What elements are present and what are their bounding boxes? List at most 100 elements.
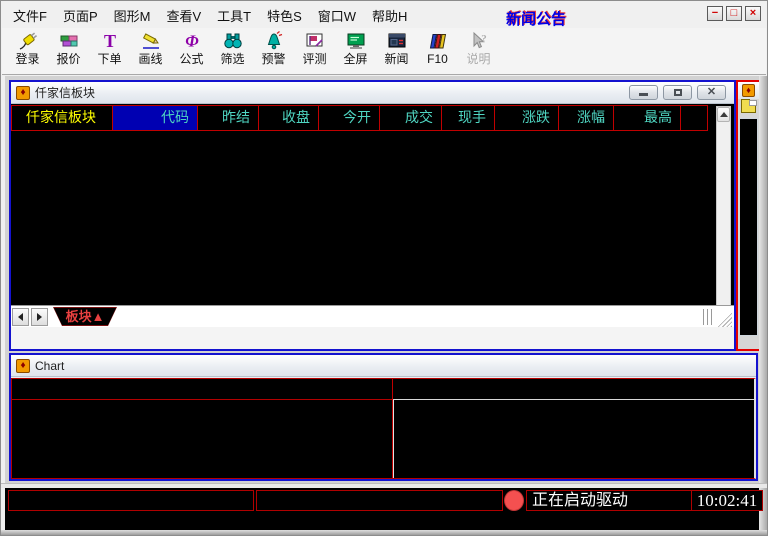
toolbar-drawline-button[interactable]: 画线 bbox=[130, 30, 171, 73]
toolbar-alert-button[interactable]: 预警 bbox=[253, 30, 294, 73]
column-header-high[interactable]: 最高 bbox=[614, 106, 681, 130]
board-window-controls: ✕ bbox=[629, 85, 726, 100]
toolbar-formula-button[interactable]: Φ 公式 bbox=[171, 30, 212, 73]
status-panel-2 bbox=[256, 490, 503, 511]
column-header-close[interactable]: 收盘 bbox=[259, 106, 319, 130]
menu-window[interactable]: 窗口W bbox=[310, 4, 364, 27]
toolbar-evaluate-label: 评测 bbox=[302, 52, 326, 66]
arrow-up-icon bbox=[720, 112, 728, 117]
column-header-code[interactable]: 代码 bbox=[113, 106, 198, 130]
table-header-row: 仟家信板块 代码 昨结 收盘 今开 成交 现手 涨跌 涨幅 最高 bbox=[11, 105, 708, 131]
draw-pencil-icon bbox=[140, 30, 162, 52]
tab-scroll-right-button[interactable] bbox=[31, 308, 48, 326]
board-window: ♦ 仟家信板块 ✕ 仟家信板块 代码 昨结 收盘 今开 成交 现手 涨跌 bbox=[9, 80, 736, 351]
toolbar-help-button: ? 说明 bbox=[458, 30, 499, 73]
status-bar: 正在启动驱动 10:02:41 bbox=[5, 488, 759, 532]
sheet-tab-board[interactable]: 板块▲ bbox=[53, 307, 117, 326]
toolbar-filter-button[interactable]: 筛选 bbox=[212, 30, 253, 73]
toolbar-news-label: 新闻 bbox=[384, 52, 408, 66]
toolbar-formula-label: 公式 bbox=[179, 52, 203, 66]
board-restore-button[interactable] bbox=[663, 85, 692, 100]
window-controls: − □ × bbox=[707, 6, 761, 21]
menu-file[interactable]: 文件F bbox=[5, 4, 55, 27]
news-window-icon bbox=[386, 30, 408, 52]
close-button[interactable]: × bbox=[745, 6, 761, 21]
toolbar-drawline-label: 画线 bbox=[138, 52, 162, 66]
login-plug-icon bbox=[17, 30, 39, 52]
minimize-button[interactable]: − bbox=[707, 6, 723, 21]
connection-status-icon bbox=[504, 490, 524, 511]
menu-tools[interactable]: 工具T bbox=[209, 4, 259, 27]
f10-books-icon bbox=[427, 30, 449, 52]
column-header-change-pct[interactable]: 涨幅 bbox=[559, 106, 614, 130]
toolbar: 登录 报价 T 下单 画线 bbox=[2, 28, 766, 75]
menu-view[interactable]: 查看V bbox=[158, 4, 209, 27]
column-header-board-name[interactable]: 仟家信板块 bbox=[12, 106, 113, 130]
side-panel-list bbox=[739, 118, 758, 336]
menu-graph[interactable]: 图形M bbox=[106, 4, 159, 27]
order-t-icon: T bbox=[99, 30, 121, 52]
chart-window-title: Chart bbox=[35, 359, 64, 373]
board-minimize-button[interactable] bbox=[629, 85, 658, 100]
toolbar-order-label: 下单 bbox=[97, 52, 121, 66]
column-header-volume[interactable]: 成交 bbox=[380, 106, 442, 130]
toolbar-f10-label: F10 bbox=[427, 52, 448, 66]
menu-help[interactable]: 帮助H bbox=[364, 4, 415, 27]
help-cursor-icon: ? bbox=[468, 30, 490, 52]
board-window-titlebar[interactable]: ♦ 仟家信板块 ✕ bbox=[11, 82, 734, 104]
chart-divider-vertical-highlight bbox=[393, 400, 394, 478]
column-header-prev-settle[interactable]: 昨结 bbox=[198, 106, 259, 130]
board-window-title: 仟家信板块 bbox=[35, 84, 95, 101]
scroll-up-button[interactable] bbox=[717, 107, 730, 122]
column-header-filler bbox=[681, 106, 707, 130]
toolbar-news-button[interactable]: 新闻 bbox=[376, 30, 417, 73]
mdi-workspace: ♦ 仟家信板块 ✕ 仟家信板块 代码 昨结 收盘 今开 成交 现手 涨跌 bbox=[5, 76, 761, 483]
menu-page[interactable]: 页面P bbox=[55, 4, 106, 27]
sheet-tab-strip: 板块▲ bbox=[11, 305, 734, 327]
maximize-button[interactable]: □ bbox=[726, 6, 742, 21]
chart-window-titlebar[interactable]: ♦ Chart bbox=[11, 355, 756, 377]
chart-divider-horizontal-left bbox=[12, 399, 393, 400]
svg-text:?: ? bbox=[481, 33, 487, 45]
toolbar-quote-button[interactable]: 报价 bbox=[48, 30, 89, 73]
application-window: 文件F 页面P 图形M 查看V 工具T 特色S 窗口W 帮助H 新闻公告 − □… bbox=[0, 0, 768, 536]
restore-glyph-icon bbox=[674, 89, 682, 96]
toolbar-alert-label: 预警 bbox=[261, 52, 285, 66]
folder-icon[interactable] bbox=[741, 102, 756, 113]
chart-window: ♦ Chart bbox=[9, 353, 758, 481]
tab-scroll-left-button[interactable] bbox=[12, 308, 29, 326]
arrow-left-icon bbox=[18, 313, 23, 321]
filter-binoculars-icon bbox=[222, 30, 244, 52]
toolbar-evaluate-button[interactable]: 评测 bbox=[294, 30, 335, 73]
close-glyph-icon: ✕ bbox=[707, 88, 716, 97]
side-panel-titlebar[interactable]: ♦ bbox=[738, 82, 759, 99]
toolbar-login-button[interactable]: 登录 bbox=[7, 30, 48, 73]
menu-special[interactable]: 特色S bbox=[259, 4, 310, 27]
app-logo-icon: ♦ bbox=[16, 86, 30, 100]
column-header-change[interactable]: 涨跌 bbox=[495, 106, 559, 130]
arrow-right-icon bbox=[37, 313, 42, 321]
alert-bell-icon bbox=[263, 30, 285, 52]
side-panel-window: ♦ bbox=[736, 80, 761, 351]
formula-phi-icon: Φ bbox=[181, 30, 203, 52]
quote-grid-icon bbox=[58, 30, 80, 52]
svg-text:T: T bbox=[103, 31, 115, 51]
sheet-tab-label: 板块▲ bbox=[54, 308, 116, 325]
toolbar-order-button[interactable]: T 下单 bbox=[89, 30, 130, 73]
toolbar-help-label: 说明 bbox=[466, 52, 490, 66]
window-frame-right bbox=[759, 76, 767, 535]
column-header-open[interactable]: 今开 bbox=[319, 106, 380, 130]
toolbar-f10-button[interactable]: F10 bbox=[417, 30, 458, 73]
toolbar-fullscreen-button[interactable]: 全屏 bbox=[335, 30, 376, 73]
status-clock: 10:02:41 bbox=[691, 490, 763, 511]
window-frame-bottom bbox=[1, 530, 767, 535]
vertical-scrollbar[interactable] bbox=[716, 106, 731, 321]
splitter-handle[interactable] bbox=[703, 309, 715, 325]
column-header-cur-lots[interactable]: 现手 bbox=[442, 106, 495, 130]
toolbar-quote-label: 报价 bbox=[56, 52, 80, 66]
resize-grip[interactable] bbox=[717, 312, 732, 327]
news-banner[interactable]: 新闻公告 bbox=[506, 8, 566, 29]
toolbar-fullscreen-label: 全屏 bbox=[343, 52, 367, 66]
chart-plot-area bbox=[11, 378, 756, 479]
board-close-button[interactable]: ✕ bbox=[697, 85, 726, 100]
